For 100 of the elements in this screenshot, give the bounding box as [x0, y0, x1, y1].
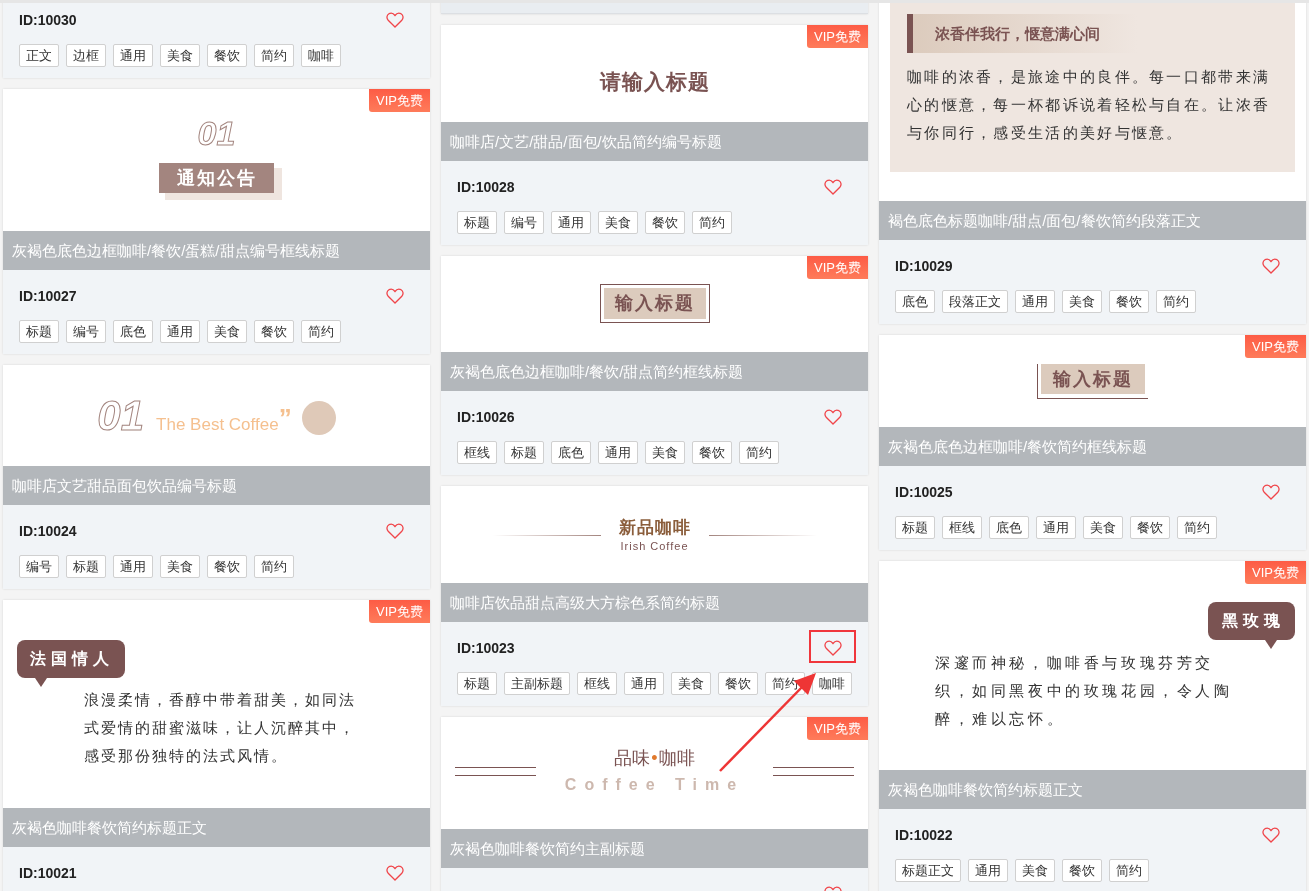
vip-badge: VIP免费	[1245, 335, 1306, 358]
tag[interactable]: 餐饮	[207, 555, 247, 578]
template-id: ID:10029	[895, 256, 953, 276]
vip-badge: VIP免费	[807, 256, 868, 279]
tag[interactable]: 简约	[692, 211, 732, 234]
tag[interactable]: 框线	[577, 672, 617, 695]
heart-icon[interactable]	[824, 179, 842, 195]
tag[interactable]: 美食	[160, 555, 200, 578]
vip-badge: VIP免费	[1245, 561, 1306, 584]
tag[interactable]: 标题	[457, 672, 497, 695]
tag[interactable]: 编号	[19, 555, 59, 578]
tag[interactable]: 餐饮	[254, 320, 294, 343]
tag[interactable]: 通用	[551, 211, 591, 234]
tag[interactable]: 通用	[598, 441, 638, 464]
vip-badge: VIP免费	[369, 89, 430, 112]
heart-icon[interactable]	[386, 12, 404, 28]
paragraph-text: 深邃而神秘，咖啡香与玫瑰芬芳交织，如同黑夜中的玫瑰花园，令人陶醉，难以忘怀。	[935, 653, 1234, 729]
tag[interactable]: 简约	[301, 320, 341, 343]
template-id: ID:10028	[457, 177, 515, 197]
tag[interactable]: 美食	[598, 211, 638, 234]
tag[interactable]: 餐饮	[692, 441, 732, 464]
preview-heading: 输入标题	[603, 288, 706, 319]
tag[interactable]: 标题	[895, 516, 935, 539]
tag[interactable]: 框线	[457, 441, 497, 464]
tag[interactable]: 餐饮	[718, 672, 758, 695]
vip-badge: VIP免费	[807, 717, 868, 740]
tag[interactable]: 通用	[1036, 516, 1076, 539]
template-id: ID:10024	[19, 521, 77, 541]
template-id: ID:10030	[19, 10, 77, 30]
heart-icon[interactable]	[1262, 827, 1280, 843]
tag[interactable]: 通用	[968, 859, 1008, 882]
tag[interactable]: 编号	[66, 320, 106, 343]
template-id: ID:10027	[19, 286, 77, 306]
tag[interactable]: 底色	[551, 441, 591, 464]
english-subtitle: Coffee Time	[564, 775, 745, 795]
template-id: ID:10021	[19, 863, 77, 883]
preview-heading: 输入标题	[1041, 364, 1145, 394]
heart-icon[interactable]	[1262, 258, 1280, 274]
tag[interactable]: 简约	[739, 441, 779, 464]
tag[interactable]: 主副标题	[504, 672, 570, 695]
tag[interactable]: 餐饮	[1130, 516, 1170, 539]
tag[interactable]: 餐饮	[207, 44, 247, 67]
tag[interactable]: 咖啡	[301, 44, 341, 67]
circle-decoration	[301, 401, 336, 435]
heading-text: 咖啡	[658, 747, 695, 770]
tag[interactable]: 简约	[254, 555, 294, 578]
tag[interactable]: 通用	[624, 672, 664, 695]
heart-icon[interactable]	[386, 288, 404, 304]
tag[interactable]: 简约	[254, 44, 294, 67]
tag[interactable]: 餐饮	[645, 211, 685, 234]
tag[interactable]: 编号	[504, 211, 544, 234]
paragraph-text: 浪漫柔情，香醇中带着甜美，如同法式爱情的甜蜜滋味，让人沉醉其中，感受那份独特的法式风情。	[84, 690, 357, 766]
speech-bubble: 法国情人	[17, 640, 125, 678]
dot-separator: •	[651, 747, 658, 770]
tag[interactable]: 通用	[1015, 290, 1055, 313]
template-id: ID:10022	[895, 825, 953, 845]
number-text: 01	[97, 395, 145, 437]
tag[interactable]: 简约	[1177, 516, 1217, 539]
tag[interactable]: 标题	[504, 441, 544, 464]
heart-icon[interactable]	[386, 865, 404, 881]
english-title: The Best Coffee	[156, 415, 279, 435]
tag[interactable]: 美食	[671, 672, 711, 695]
vip-badge: VIP免费	[369, 600, 430, 623]
heart-icon[interactable]	[386, 523, 404, 539]
tag[interactable]: 底色	[113, 320, 153, 343]
tag[interactable]: 美食	[1015, 859, 1055, 882]
bubble-tail	[35, 678, 47, 687]
tag[interactable]: 标题正文	[895, 859, 961, 882]
heart-icon[interactable]	[824, 640, 842, 656]
tag[interactable]: 段落正文	[942, 290, 1008, 313]
template-id: ID:10025	[895, 482, 953, 502]
tag[interactable]: 简约	[1109, 859, 1149, 882]
tag[interactable]: 美食	[1083, 516, 1123, 539]
heart-icon[interactable]	[1262, 484, 1280, 500]
tag[interactable]: 美食	[645, 441, 685, 464]
heart-icon[interactable]	[824, 409, 842, 425]
tag[interactable]: 简约	[1156, 290, 1196, 313]
vip-badge: VIP免费	[807, 25, 868, 48]
tag[interactable]: 正文	[19, 44, 59, 67]
tag[interactable]: 餐饮	[1109, 290, 1149, 313]
tag[interactable]: 通用	[113, 555, 153, 578]
tag[interactable]: 底色	[895, 290, 935, 313]
tag[interactable]: 通用	[113, 44, 153, 67]
tag[interactable]: 咖啡	[812, 672, 852, 695]
tag[interactable]: 通用	[160, 320, 200, 343]
tag[interactable]: 餐饮	[1062, 859, 1102, 882]
tag[interactable]: 框线	[942, 516, 982, 539]
tag[interactable]: 标题	[66, 555, 106, 578]
preview-heading: 请输入标题	[599, 68, 710, 95]
tag[interactable]: 美食	[207, 320, 247, 343]
tag[interactable]: 边框	[66, 44, 106, 67]
template-id: ID:10023	[457, 638, 515, 658]
tag[interactable]: 底色	[989, 516, 1029, 539]
quote-mark: ”	[278, 405, 292, 431]
speech-bubble: 黑玫瑰	[1208, 602, 1295, 640]
tag[interactable]: 美食	[160, 44, 200, 67]
tag[interactable]: 标题	[19, 320, 59, 343]
bubble-tail	[1265, 640, 1277, 649]
tag[interactable]: 美食	[1062, 290, 1102, 313]
tag[interactable]: 标题	[457, 211, 497, 234]
